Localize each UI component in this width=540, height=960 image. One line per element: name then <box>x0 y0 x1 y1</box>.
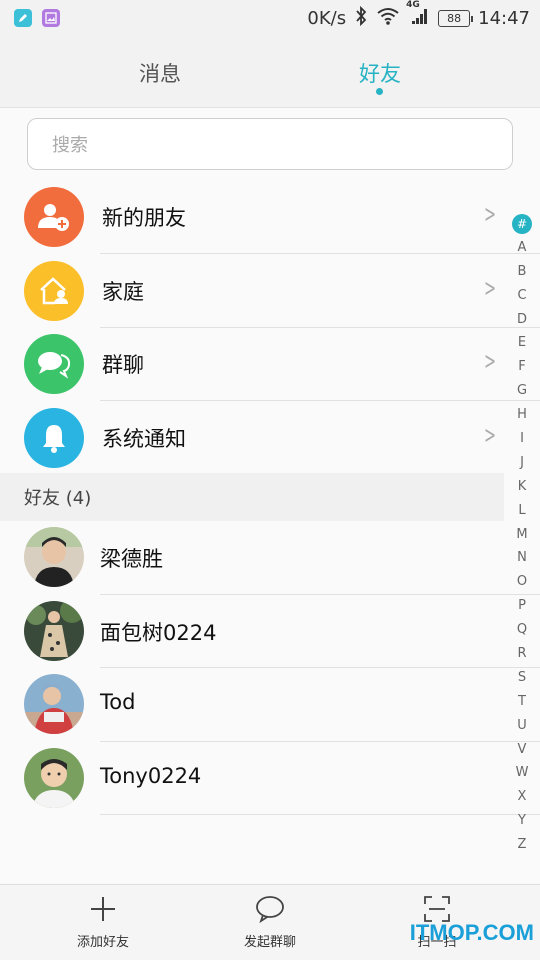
chat-bubble-icon <box>256 896 284 924</box>
add-friend-label: 添加好友 <box>76 935 129 950</box>
index-letter[interactable]: B <box>504 260 540 284</box>
index-letter[interactable]: Z <box>504 833 540 857</box>
friend-item[interactable]: Tony0224 <box>0 742 504 815</box>
friend-name: Tony0224 <box>100 764 202 788</box>
index-letter[interactable]: H <box>504 403 540 427</box>
index-letter[interactable]: J <box>504 451 540 475</box>
group-chat-item[interactable]: 群聊 > <box>0 327 504 401</box>
tab-messages[interactable]: 消息 <box>100 58 220 88</box>
index-letter[interactable]: G <box>504 379 540 403</box>
alphabet-index[interactable]: # A B C D E F G H I J K L M N O P Q R S T U V W X Y Z <box>504 212 540 857</box>
system-notice-label: 系统通知 <box>102 427 186 451</box>
avatar <box>24 601 84 661</box>
tab-bar: 消息 好友 <box>0 36 540 108</box>
new-friends-label: 新的朋友 <box>102 206 186 230</box>
index-letter[interactable]: P <box>504 594 540 618</box>
index-letter[interactable]: X <box>504 785 540 809</box>
avatar <box>24 674 84 734</box>
home-icon <box>24 261 84 321</box>
avatar <box>24 527 84 587</box>
system-notice-item[interactable]: 系统通知 > <box>0 401 504 475</box>
status-bar: 0K/s 4G 88 14:47 <box>0 0 540 36</box>
start-group-chat-label: 发起群聊 <box>243 935 296 950</box>
bluetooth-icon <box>354 5 368 31</box>
friend-name: 面包树0224 <box>100 621 217 645</box>
bottom-toolbar: 添加好友 发起群聊 扫一扫 ITMOP.COM <box>0 884 540 960</box>
plus-icon <box>91 897 115 921</box>
index-letter[interactable]: M <box>504 523 540 547</box>
index-letter[interactable]: U <box>504 714 540 738</box>
signal-icon: 4G <box>406 0 430 31</box>
group-chat-label: 群聊 <box>102 353 144 377</box>
index-letter[interactable]: T <box>504 690 540 714</box>
index-letter[interactable]: K <box>504 475 540 499</box>
index-letter[interactable]: R <box>504 642 540 666</box>
chevron-right-icon: > <box>483 421 496 449</box>
index-letter-active[interactable]: # <box>512 214 532 234</box>
index-letter[interactable]: O <box>504 570 540 594</box>
index-letter[interactable]: C <box>504 284 540 308</box>
network-type: 4G <box>406 0 420 10</box>
index-letter[interactable]: F <box>504 355 540 379</box>
bell-icon <box>24 408 84 468</box>
index-letter[interactable]: S <box>504 666 540 690</box>
divider <box>100 814 540 815</box>
clock: 14:47 <box>478 8 530 29</box>
index-letter[interactable]: A <box>504 236 540 260</box>
chevron-right-icon: > <box>483 200 496 228</box>
index-letter[interactable]: N <box>504 546 540 570</box>
family-item[interactable]: 家庭 > <box>0 254 504 328</box>
battery-icon: 88 <box>438 10 474 27</box>
friend-name: Tod <box>100 690 136 714</box>
watermark: ITMOP.COM <box>409 920 534 945</box>
add-friend-button[interactable]: 添加好友 <box>33 895 173 950</box>
friend-name: 梁德胜 <box>100 547 163 571</box>
index-letter[interactable]: Y <box>504 809 540 833</box>
start-group-chat-button[interactable]: 发起群聊 <box>200 895 340 950</box>
family-label: 家庭 <box>102 280 144 304</box>
friend-item[interactable]: 梁德胜 <box>0 521 504 594</box>
friend-item[interactable]: 面包树0224 <box>0 595 504 668</box>
scan-icon <box>424 896 450 922</box>
index-letter[interactable]: E <box>504 331 540 355</box>
wifi-icon <box>376 7 400 30</box>
note-app-icon <box>14 9 32 27</box>
new-friends-item[interactable]: 新的朋友 > <box>0 180 504 254</box>
friends-section-header: 好友 (4) <box>0 473 504 521</box>
active-tab-indicator <box>376 88 383 95</box>
friend-item[interactable]: Tod <box>0 668 504 741</box>
index-letter[interactable]: L <box>504 499 540 523</box>
index-letter[interactable]: I <box>504 427 540 451</box>
avatar <box>24 748 84 808</box>
tab-friends[interactable]: 好友 <box>320 58 440 88</box>
chevron-right-icon: > <box>483 274 496 302</box>
index-letter[interactable]: # <box>504 212 540 236</box>
search-input[interactable]: 搜索 <box>27 118 513 170</box>
index-letter[interactable]: Q <box>504 618 540 642</box>
add-user-icon <box>24 187 84 247</box>
index-letter[interactable]: D <box>504 308 540 332</box>
gallery-app-icon <box>42 9 60 27</box>
index-letter[interactable]: V <box>504 738 540 762</box>
chevron-right-icon: > <box>483 347 496 375</box>
network-speed: 0K/s <box>307 8 347 29</box>
index-letter[interactable]: W <box>504 761 540 785</box>
chat-bubbles-icon <box>24 334 84 394</box>
